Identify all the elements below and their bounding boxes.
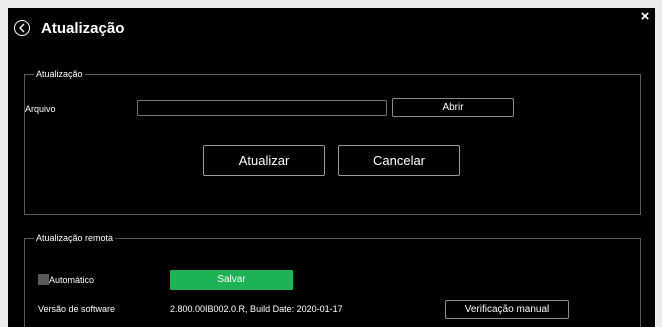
- update-section-legend: Atualização: [36, 69, 83, 79]
- auto-update-checkbox[interactable]: [38, 274, 49, 285]
- manual-check-button[interactable]: Verificação manual: [445, 300, 569, 319]
- auto-update-label: Automático: [49, 275, 95, 285]
- update-button[interactable]: Atualizar: [203, 145, 325, 176]
- dialog-title: Atualização: [41, 20, 125, 37]
- software-version-label: Versão de software: [38, 304, 116, 314]
- file-input[interactable]: [137, 100, 387, 116]
- software-version-value: 2.800.00IB002.0.R, Build Date: 2020-01-1…: [170, 304, 343, 314]
- open-button[interactable]: Abrir: [392, 98, 514, 117]
- close-icon[interactable]: ×: [637, 8, 653, 26]
- update-dialog: × Atualização Atualização Arquivo Abrir …: [8, 8, 655, 327]
- back-icon[interactable]: [14, 20, 30, 36]
- update-section: Atualização: [24, 69, 641, 215]
- file-label: Arquivo: [25, 104, 56, 114]
- cancel-button[interactable]: Cancelar: [338, 145, 460, 176]
- remote-update-legend: Atualização remota: [36, 233, 114, 243]
- save-button[interactable]: Salvar: [170, 270, 293, 290]
